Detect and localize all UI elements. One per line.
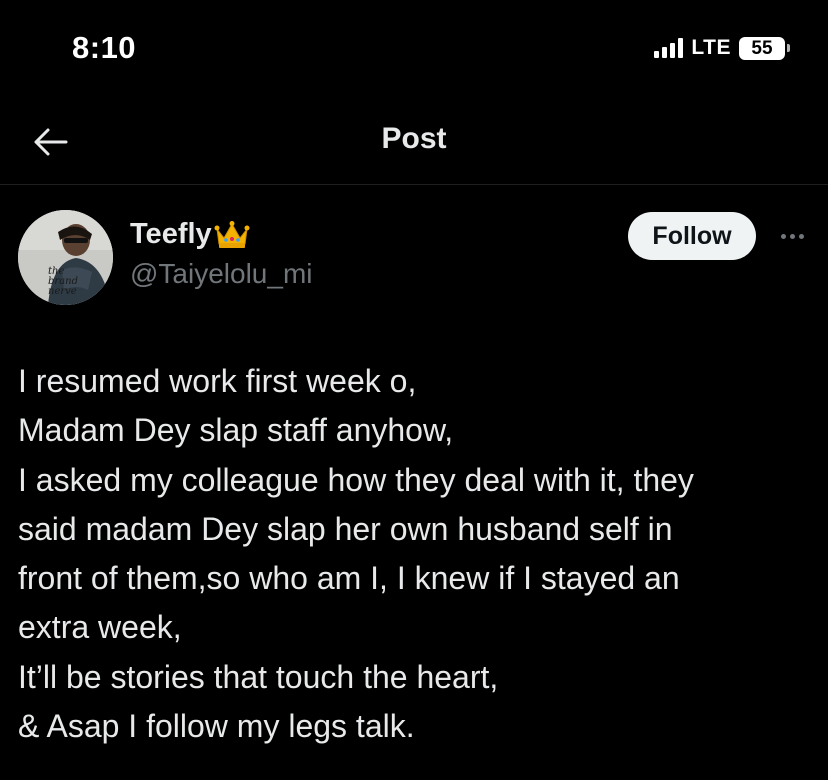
battery-level: 55 [739,36,785,60]
more-horizontal-icon [780,233,786,239]
post-text-line: It’ll be stories that touch the heart, [18,658,499,695]
status-indicators: LTE 55 [654,36,790,60]
author-handle[interactable]: @Taiyelolu_mi [130,258,313,290]
avatar[interactable]: the brand nerve [18,210,113,305]
post-text-line: extra week, [18,609,182,646]
post-text-line: Madam Dey slap staff anyhow, [18,412,454,449]
author-name[interactable]: Teefly [130,218,212,251]
top-nav-bar: Post [0,100,828,185]
post-text-line: front of them,so who am I, I knew if I s… [18,560,680,597]
post-text-line: I resumed work first week o, [18,363,417,399]
status-bar: 8:10 LTE 55 [0,0,828,100]
more-options-button[interactable] [774,226,810,246]
crown-icon [214,220,250,248]
page-title: Post [381,122,447,155]
post-text: I resumed work first week o, Madam Dey s… [18,357,818,751]
post-text-line: I asked my colleague how they deal with … [18,461,694,498]
avatar-image: the brand nerve [18,210,113,305]
author-name-line[interactable]: Teefly [130,218,250,251]
post-text-line: said madam Dey slap her own husband self… [18,510,673,547]
status-time: 8:10 [72,30,137,65]
follow-button[interactable]: Follow [628,212,756,260]
post-text-line: & Asap I follow my legs talk. [18,708,415,745]
network-label: LTE [691,36,731,59]
signal-icon [654,38,684,58]
battery-icon: 55 [739,36,790,60]
post-author: the brand nerve Teefly @Taiyelolu_mi Fol… [18,208,810,308]
